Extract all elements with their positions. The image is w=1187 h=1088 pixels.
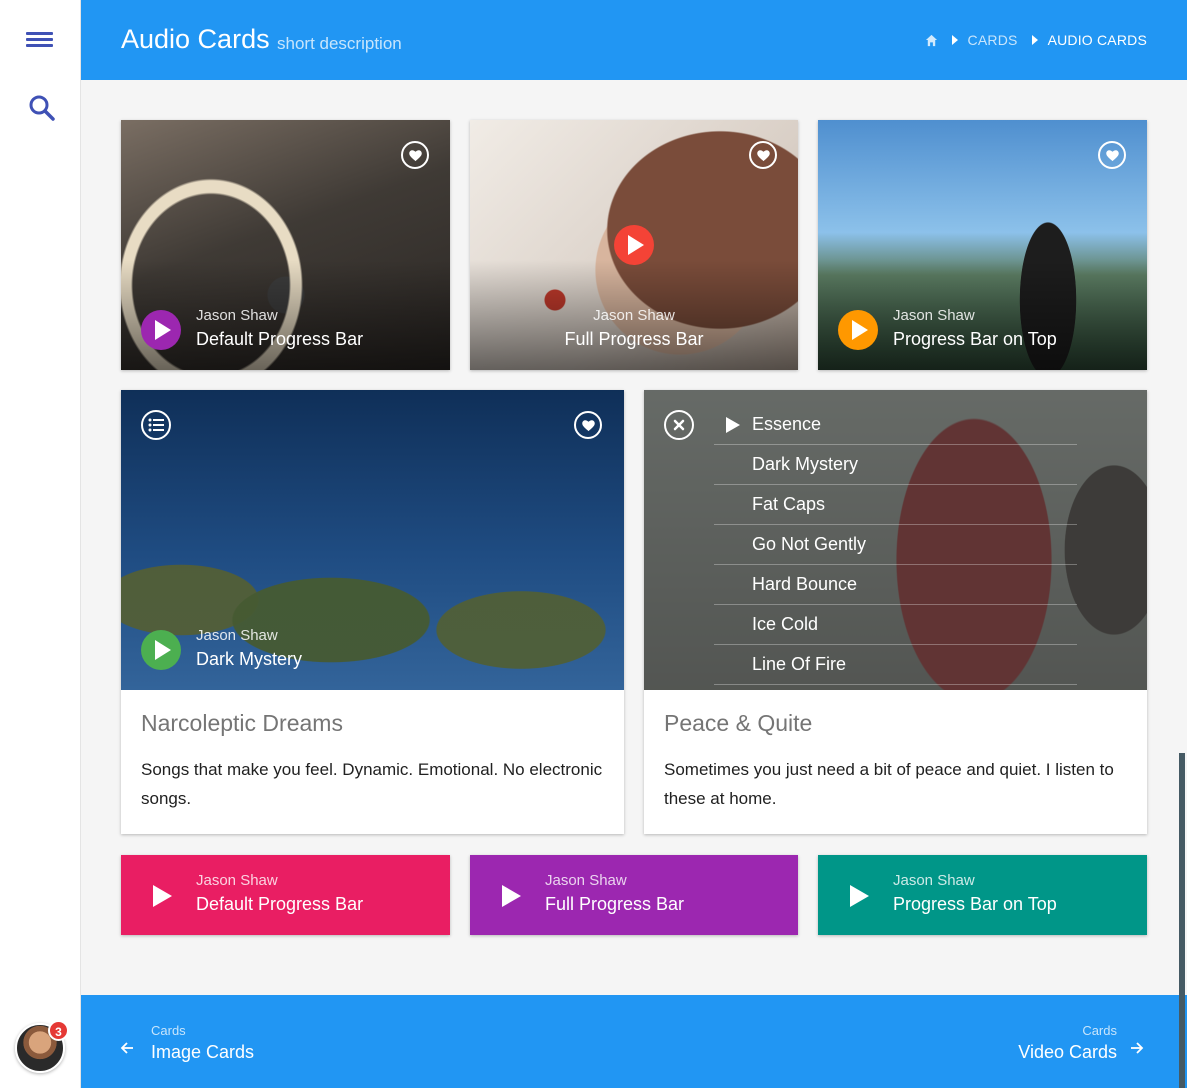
menu-icon[interactable] [26, 32, 54, 48]
chevron-right-icon [1031, 35, 1038, 45]
card-body: Narcoleptic Dreams Songs that make you f… [121, 690, 624, 834]
card-title: Peace & Quite [664, 710, 813, 736]
track-title: Default Progress Bar [196, 329, 364, 349]
play-button[interactable] [838, 310, 878, 350]
card-text: Songs that make you feel. Dynamic. Emoti… [141, 760, 603, 808]
page-title: Audio Cards [121, 24, 270, 54]
artist-name: Jason Shaw [893, 307, 975, 324]
audio-card-purple: Jason Shaw Full Progress Bar [470, 855, 798, 935]
artist-name: Jason Shaw [196, 307, 278, 324]
close-icon[interactable] [664, 410, 694, 440]
notification-badge: 3 [48, 1020, 69, 1041]
audio-card-peace: Essence Dark Mystery Fat Caps Go Not Gen… [644, 390, 1147, 834]
breadcrumb-cards[interactable]: CARDS [968, 32, 1018, 48]
home-icon[interactable] [925, 34, 938, 47]
playlist-item[interactable]: Dark Mystery [714, 445, 1077, 485]
track-title: Full Progress Bar [564, 329, 704, 349]
play-button[interactable] [141, 630, 181, 670]
track-title: Full Progress Bar [545, 894, 685, 914]
playlist-item[interactable]: Line Of Fire [714, 645, 1077, 685]
audio-card-full: Jason Shaw Full Progress Bar [470, 120, 798, 370]
arrow-right-icon[interactable] [1130, 1041, 1144, 1055]
play-button[interactable] [614, 225, 654, 265]
breadcrumb: CARDS AUDIO CARDS [925, 32, 1147, 48]
play-button[interactable] [153, 885, 172, 907]
search-icon[interactable] [28, 94, 56, 122]
playlist-item[interactable]: Fat Caps [714, 485, 1077, 525]
heart-icon[interactable] [1098, 141, 1126, 169]
artist-name: Jason Shaw [196, 627, 278, 644]
breadcrumb-audio-cards: AUDIO CARDS [1047, 32, 1147, 48]
track-title: Progress Bar on Top [893, 329, 1057, 349]
audio-card-teal: Jason Shaw Progress Bar on Top [818, 855, 1147, 935]
page-header: Audio Cards short description CARDS AUDI… [81, 0, 1187, 80]
audio-card-pink: Jason Shaw Default Progress Bar [121, 855, 450, 935]
heart-icon[interactable] [749, 141, 777, 169]
artist-name: Jason Shaw [893, 872, 975, 889]
track-title: Progress Bar on Top [893, 894, 1057, 914]
page-description: short description [277, 34, 402, 53]
card-text: Sometimes you just need a bit of peace a… [664, 760, 1114, 808]
prev-page-link[interactable]: Cards Image Cards [151, 1023, 254, 1063]
playlist: Essence Dark Mystery Fat Caps Go Not Gen… [714, 405, 1077, 685]
play-button[interactable] [850, 885, 869, 907]
card-image [121, 390, 624, 690]
playlist-item[interactable]: Hard Bounce [714, 565, 1077, 605]
next-page-link[interactable]: Cards Video Cards [1018, 1023, 1117, 1063]
play-button[interactable] [502, 885, 521, 907]
play-icon [726, 416, 740, 433]
prev-section: Cards [151, 1023, 186, 1038]
next-section: Cards [1082, 1023, 1117, 1038]
heart-icon[interactable] [401, 141, 429, 169]
card-title: Narcoleptic Dreams [141, 710, 343, 736]
play-button[interactable] [141, 310, 181, 350]
arrow-left-icon[interactable] [120, 1041, 134, 1055]
playlist-item[interactable]: Essence [714, 405, 1077, 445]
heart-icon[interactable] [574, 411, 602, 439]
card-body: Peace & Quite Sometimes you just need a … [644, 690, 1147, 834]
audio-card-default: Jason Shaw Default Progress Bar [121, 120, 450, 370]
sidebar [0, 0, 81, 1088]
playlist-item[interactable]: Ice Cold [714, 605, 1077, 645]
scrollbar[interactable] [1179, 753, 1185, 1088]
page-footer-nav: Cards Image Cards Cards Video Cards [81, 995, 1187, 1088]
chevron-right-icon [951, 35, 958, 45]
artist-name: Jason Shaw [593, 307, 675, 324]
track-title: Dark Mystery [196, 649, 303, 669]
artist-name: Jason Shaw [545, 872, 627, 889]
track-title: Default Progress Bar [196, 894, 364, 914]
audio-card-top: Jason Shaw Progress Bar on Top [818, 120, 1147, 370]
artist-name: Jason Shaw [196, 872, 278, 889]
playlist-item[interactable]: Go Not Gently [714, 525, 1077, 565]
audio-card-narcoleptic: Jason Shaw Dark Mystery Narcoleptic Drea… [121, 390, 624, 834]
playlist-icon[interactable] [141, 410, 171, 440]
next-title: Video Cards [1018, 1042, 1117, 1062]
prev-title: Image Cards [151, 1042, 255, 1062]
